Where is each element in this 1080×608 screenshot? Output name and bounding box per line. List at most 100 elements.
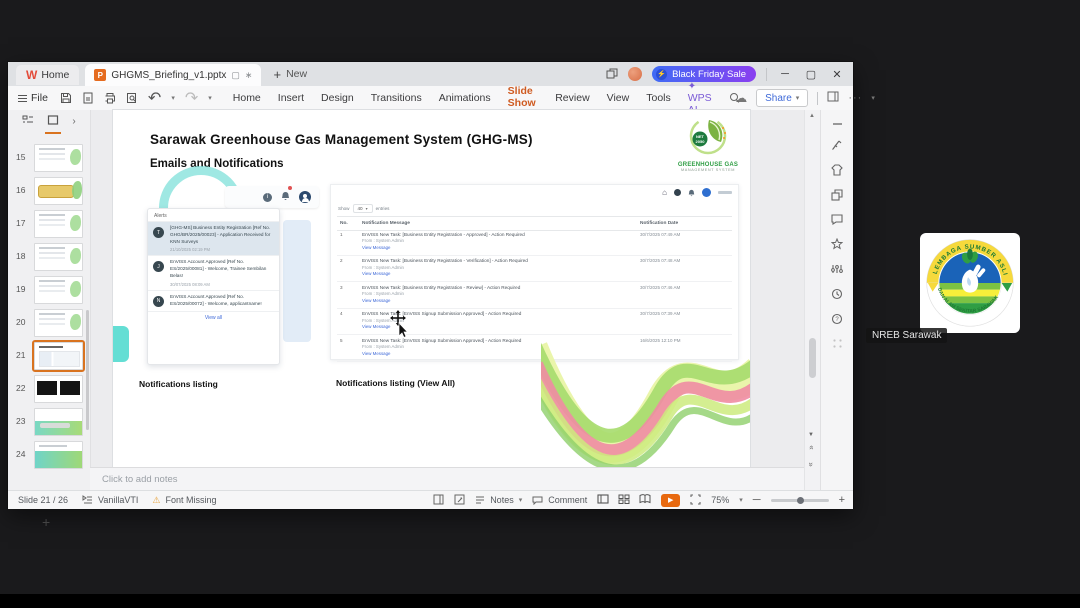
show-entries-control: Show 40 ▾ entries (338, 204, 390, 213)
home-tab[interactable]: W Home (16, 65, 80, 85)
scroll-down-icon[interactable]: ▼ (808, 432, 814, 438)
search-icon[interactable] (729, 93, 739, 103)
notes-toggle[interactable]: Notes ▾ (475, 495, 522, 505)
file-menu-label: File (31, 92, 48, 104)
help-icon[interactable]: ? (831, 313, 843, 325)
zoom-slider[interactable] (770, 496, 829, 504)
fullscreen-icon[interactable] (690, 493, 701, 507)
previous-slide-button[interactable]: » (806, 447, 815, 449)
font-missing-warning[interactable]: ⚠ Font Missing (152, 495, 216, 506)
file-menu-button[interactable]: File (18, 92, 48, 104)
expand-panel-icon[interactable]: › (72, 116, 75, 127)
quick-access-caret-icon[interactable]: ▾ (208, 94, 212, 102)
menu-insert[interactable]: Insert (277, 89, 305, 107)
menu-home[interactable]: Home (232, 89, 262, 107)
outline-view-icon[interactable] (22, 112, 34, 130)
export-pdf-icon[interactable] (82, 92, 94, 104)
theme-flag-icon (82, 495, 93, 504)
scrollbar-thumb[interactable] (809, 338, 816, 378)
task-window-icon[interactable] (827, 89, 839, 107)
settings-sliders-icon[interactable] (831, 263, 843, 275)
view-message-link[interactable]: View Message (362, 271, 636, 278)
star-icon[interactable] (831, 238, 843, 250)
alert-item[interactable]: J EnVISS Account Approved [Ref No. ES/20… (148, 255, 279, 289)
maximize-button[interactable]: ▢ (803, 68, 819, 81)
share-label: Share (765, 92, 792, 104)
objects-icon[interactable] (831, 189, 843, 201)
slide-canvas[interactable]: Sarawak Greenhouse Gas Management System… (113, 110, 750, 467)
undo-caret-icon[interactable]: ▾ (171, 94, 175, 102)
design-tools-icon[interactable] (831, 139, 843, 151)
close-button[interactable]: ✕ (829, 68, 845, 81)
history-icon[interactable] (831, 288, 843, 300)
webapp-header-icons: i (225, 186, 319, 208)
save-icon[interactable] (60, 92, 72, 104)
apps-grid-icon[interactable] (832, 338, 843, 349)
slide-thumbnail-15[interactable]: 15 (8, 144, 90, 172)
view-message-link[interactable]: View Message (362, 298, 636, 305)
slide-thumbnail-16[interactable]: 16 (8, 177, 90, 205)
alert-item[interactable]: N EnVISS Account Approved [Ref No. ES/20… (148, 289, 279, 311)
thumbnail-scrollbar[interactable] (86, 310, 89, 430)
undo-icon[interactable]: ↶ (148, 88, 161, 108)
collapse-sidebar-icon[interactable] (832, 122, 843, 126)
reading-view-icon[interactable] (639, 494, 651, 506)
slide-thumbnail-24[interactable]: 24 (8, 441, 90, 469)
canvas-scrollbar[interactable]: ▲ ▼ » » (804, 110, 821, 490)
slide-title: Sarawak Greenhouse Gas Management System… (150, 132, 533, 147)
minimize-button[interactable]: ─ (777, 68, 793, 80)
notification-badge (288, 186, 292, 190)
zoom-slider-knob[interactable] (796, 496, 804, 504)
menu-animations[interactable]: Animations (438, 89, 492, 107)
alert-item[interactable]: T [GHG-MS] Business Entity Registration … (148, 221, 279, 256)
menu-review[interactable]: Review (554, 89, 590, 107)
notes-bar[interactable]: Click to add notes (90, 467, 804, 491)
entries-select[interactable]: 40 ▾ (352, 204, 373, 213)
slide-thumbnail-22[interactable]: 22 (8, 375, 90, 403)
slide-thumbnail-23[interactable]: 23 (8, 408, 90, 436)
meeting-screen-share: W Home P GHGMS_Briefing_v1.pptx ▢ ∗ + Ne… (0, 0, 1080, 608)
view-message-link[interactable]: View Message (362, 245, 636, 252)
task-pane-icon[interactable] (433, 494, 444, 507)
next-slide-button[interactable]: » (806, 462, 815, 464)
alerts-dropdown-panel: Alerts T [GHG-MS] Business Entity Regist… (147, 208, 280, 365)
user-avatar-icon (702, 188, 711, 197)
slide-sorter-view-icon[interactable] (618, 494, 630, 506)
zoom-caret-icon[interactable]: ▾ (739, 496, 743, 504)
slide-thumbnail-21-selected[interactable]: 21 (8, 340, 90, 372)
zoom-out-button[interactable]: ─ (753, 494, 761, 506)
slide-thumbnail-18[interactable]: 18 (8, 243, 90, 271)
menu-view[interactable]: View (606, 89, 631, 107)
warning-icon: ⚠ (152, 494, 161, 505)
menu-design[interactable]: Design (320, 89, 355, 107)
menu-transitions[interactable]: Transitions (370, 89, 423, 107)
home-icon: ⌂ (662, 188, 667, 197)
share-button[interactable]: Share ▾ (756, 89, 809, 107)
redo-icon[interactable]: ↷ (185, 88, 198, 108)
wps-ai-icon: ✦ (687, 81, 697, 92)
theme-icon[interactable] (831, 164, 843, 176)
more-options-icon[interactable]: ··· (848, 92, 862, 104)
comment-button[interactable]: Comment (532, 495, 587, 505)
print-preview-icon[interactable] (126, 92, 138, 104)
comment-panel-icon[interactable] (831, 214, 843, 225)
alert-avatar: N (153, 295, 164, 307)
slide-thumbnail-19[interactable]: 19 (8, 276, 90, 304)
slide-thumbnail-17[interactable]: 17 (8, 210, 90, 238)
theme-indicator[interactable]: VanillaVTI (82, 495, 138, 505)
slide-thumbnail-20[interactable]: 20 (8, 309, 90, 337)
print-icon[interactable] (104, 92, 116, 104)
caption-notifications-listing-view-all: Notifications listing (View All) (336, 378, 456, 388)
scroll-up-icon[interactable]: ▲ (809, 113, 815, 119)
normal-view-icon[interactable] (597, 494, 609, 506)
zoom-level[interactable]: 75% (711, 495, 729, 505)
ink-icon[interactable] (454, 494, 465, 507)
add-slide-button[interactable]: + (42, 514, 50, 530)
zoom-in-button[interactable]: + (839, 494, 845, 506)
view-all-link[interactable]: View all (148, 310, 279, 324)
menu-tools[interactable]: Tools (645, 89, 672, 107)
collapse-ribbon-icon[interactable]: ▾ (871, 94, 875, 102)
slide-view-icon[interactable] (45, 112, 62, 134)
slideshow-play-button[interactable]: ▶ (661, 493, 681, 507)
ghgms-logo-line2: MANAGEMENT SYSTEM (680, 168, 735, 172)
